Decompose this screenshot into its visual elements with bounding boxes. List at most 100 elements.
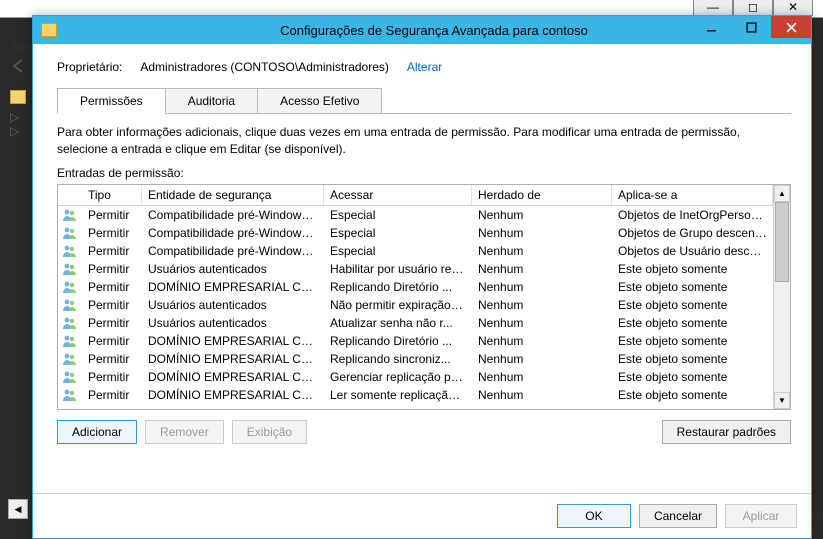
users-icon (58, 244, 82, 258)
tab-permissions[interactable]: Permissões (57, 88, 166, 114)
users-icon (58, 388, 82, 402)
permissions-grid: Tipo Entidade de segurança Acessar Herda… (57, 184, 791, 410)
cell-type: Permitir (82, 369, 142, 385)
users-icon (58, 334, 82, 348)
cell-applies: Este objeto somente (612, 333, 773, 349)
cell-type: Permitir (82, 261, 142, 277)
background-menu-file[interactable]: File (12, 40, 31, 54)
cell-applies: Objetos de Grupo descendente (612, 225, 773, 241)
cell-applies: Este objeto somente (612, 297, 773, 313)
col-access[interactable]: Acessar (324, 185, 472, 205)
tab-strip: Permissões Auditoria Acesso Efetivo (57, 88, 791, 114)
table-row[interactable]: PermitirDOMÍNIO EMPRESARIAL CONT...Repli… (58, 332, 773, 350)
users-icon (58, 352, 82, 366)
col-principal[interactable]: Entidade de segurança (142, 185, 324, 205)
cell-principal: Usuários autenticados (142, 261, 324, 277)
add-button[interactable]: Adicionar (57, 420, 137, 444)
bg-close-button[interactable]: ✕ (773, 0, 813, 16)
cell-principal: DOMÍNIO EMPRESARIAL CONT... (142, 279, 324, 295)
cell-inherited: Nenhum (472, 225, 612, 241)
background-nav-back-icon[interactable] (10, 58, 28, 77)
cell-principal: DOMÍNIO EMPRESARIAL CONT... (142, 351, 324, 367)
cell-inherited: Nenhum (472, 279, 612, 295)
cell-applies: Este objeto somente (612, 315, 773, 331)
tab-auditing[interactable]: Auditoria (165, 88, 258, 113)
cell-principal: Usuários autenticados (142, 297, 324, 313)
cell-access: Gerenciar replicação para... (324, 369, 472, 385)
table-row[interactable]: PermitirDOMÍNIO EMPRESARIAL CONT...Ler s… (58, 386, 773, 404)
cell-inherited: Nenhum (472, 369, 612, 385)
cell-inherited: Nenhum (472, 351, 612, 367)
cell-applies: Objetos de InetOrgPerson descendente (612, 207, 773, 223)
owner-change-link[interactable]: Alterar (407, 60, 442, 74)
minimize-button[interactable] (691, 16, 731, 38)
restore-defaults-button[interactable]: Restaurar padrões (662, 420, 791, 444)
cell-inherited: Nenhum (472, 333, 612, 349)
close-button[interactable] (771, 16, 811, 38)
cell-principal: DOMÍNIO EMPRESARIAL CONT... (142, 333, 324, 349)
scroll-up-icon[interactable]: ▲ (774, 185, 790, 202)
owner-label: Proprietário: (57, 60, 122, 74)
cell-applies: Este objeto somente (612, 351, 773, 367)
cancel-button[interactable]: Cancelar (639, 504, 717, 528)
table-row[interactable]: PermitirUsuários autenticadosAtualizar s… (58, 314, 773, 332)
cell-access: Especial (324, 243, 472, 259)
cell-access: Replicando Diretório ... (324, 333, 472, 349)
remove-button[interactable]: Remover (145, 420, 224, 444)
users-icon (58, 226, 82, 240)
table-row[interactable]: PermitirDOMÍNIO EMPRESARIAL CONT...Repli… (58, 278, 773, 296)
help-text: Para obter informações adicionais, cliqu… (57, 124, 791, 158)
tree-expand-icon[interactable]: ▷ (10, 110, 26, 124)
table-row[interactable]: PermitirDOMÍNIO EMPRESARIAL CONT...Geren… (58, 368, 773, 386)
cell-type: Permitir (82, 315, 142, 331)
background-tree: ▷ ▷ (10, 90, 26, 138)
cell-inherited: Nenhum (472, 387, 612, 403)
cell-applies: Objetos de Usuário descendente (612, 243, 773, 259)
bg-minimize-button[interactable]: — (693, 0, 733, 16)
tree-expand-icon[interactable]: ▷ (10, 124, 26, 138)
dialog-footer: OK Cancelar Aplicar (33, 493, 811, 538)
cell-type: Permitir (82, 297, 142, 313)
cell-access: Atualizar senha não r... (324, 315, 472, 331)
users-icon (58, 298, 82, 312)
table-row[interactable]: PermitirCompatibilidade pré-Windows 2000… (58, 206, 773, 224)
cell-applies: Este objeto somente (612, 279, 773, 295)
ok-button[interactable]: OK (557, 504, 631, 528)
tab-effective-access[interactable]: Acesso Efetivo (257, 88, 382, 113)
dialog-titlebar[interactable]: Configurações de Segurança Avançada para… (33, 16, 811, 44)
scroll-down-icon[interactable]: ▼ (774, 392, 790, 409)
cell-applies: Este objeto somente (612, 387, 773, 403)
table-row[interactable]: PermitirUsuários autenticadosNão permiti… (58, 296, 773, 314)
vertical-scrollbar[interactable]: ▲ ▼ (773, 185, 790, 409)
cell-principal: Usuários autenticados (142, 315, 324, 331)
table-row[interactable]: PermitirUsuários autenticadosHabilitar p… (58, 260, 773, 278)
apply-button[interactable]: Aplicar (725, 504, 797, 528)
col-applies[interactable]: Aplica-se a (612, 185, 773, 205)
view-button[interactable]: Exibição (232, 420, 307, 444)
cell-principal: Compatibilidade pré-Windows 2000... (142, 225, 324, 241)
cell-principal: DOMÍNIO EMPRESARIAL CONT... (142, 387, 324, 403)
maximize-button[interactable] (731, 16, 771, 38)
users-icon (58, 262, 82, 276)
cell-type: Permitir (82, 207, 142, 223)
table-row[interactable]: PermitirDOMÍNIO EMPRESARIAL CONT...Repli… (58, 350, 773, 368)
table-row[interactable]: PermitirCompatibilidade pré-Windows 2000… (58, 224, 773, 242)
cell-principal: Compatibilidade pré-Windows 2000... (142, 207, 324, 223)
table-row[interactable]: PermitirCompatibilidade pré-Windows 2000… (58, 242, 773, 260)
cell-access: Replicando Diretório ... (324, 279, 472, 295)
grid-header: Tipo Entidade de segurança Acessar Herda… (58, 185, 773, 206)
cell-inherited: Nenhum (472, 315, 612, 331)
cell-type: Permitir (82, 387, 142, 403)
users-icon (58, 370, 82, 384)
background-status-number: 2 (814, 509, 821, 523)
cell-type: Permitir (82, 225, 142, 241)
bg-maximize-button[interactable]: ◻ (733, 0, 773, 16)
owner-value: Administradores (CONTOSO\Administradores… (140, 60, 389, 74)
col-type[interactable]: Tipo (82, 185, 142, 205)
col-icon[interactable] (58, 185, 82, 205)
entries-label: Entradas de permissão: (57, 166, 791, 180)
scroll-thumb[interactable] (775, 202, 789, 282)
col-inherited[interactable]: Herdado de (472, 185, 612, 205)
background-scroll-left[interactable]: ◀ (8, 499, 28, 519)
folder-icon (41, 23, 57, 37)
